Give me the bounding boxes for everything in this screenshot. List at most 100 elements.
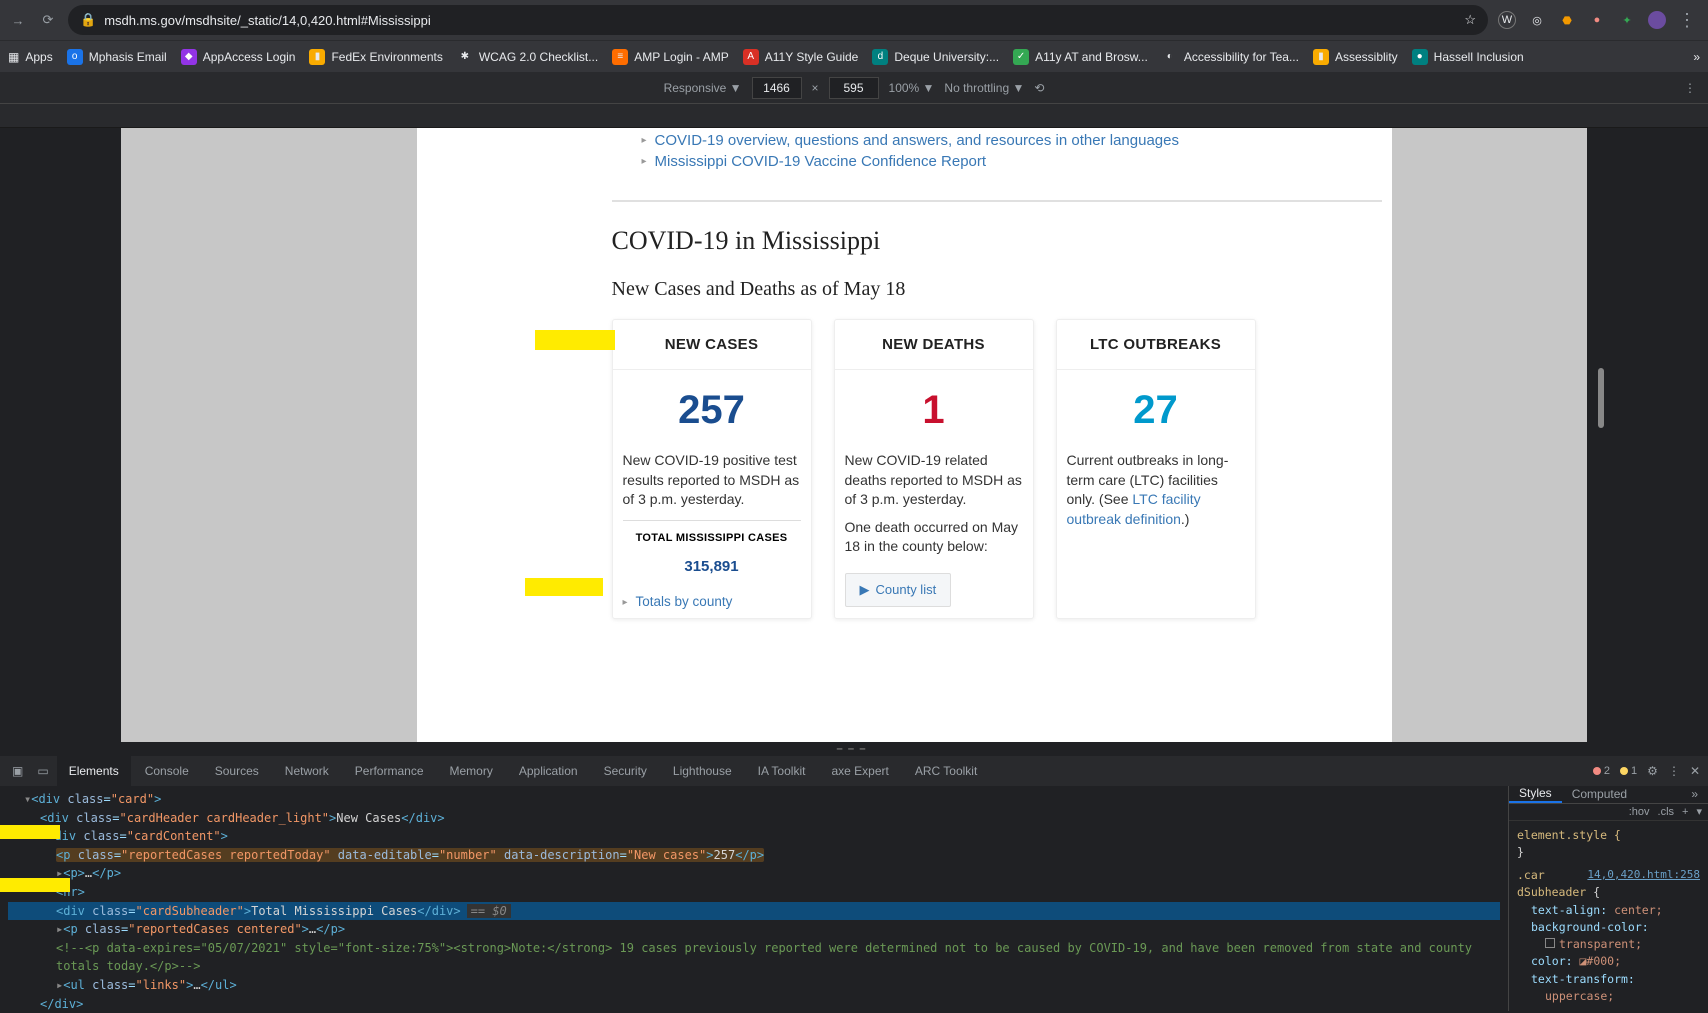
hov-toggle[interactable]: :hov xyxy=(1629,806,1650,818)
toolbar-right: W ◎ ⬣ ● ✦ ⋮ xyxy=(1498,10,1700,31)
page-viewport: ▸COVID-19 overview, questions and answer… xyxy=(0,128,1708,742)
new-deaths-note: One death occurred on May 18 in the coun… xyxy=(835,510,1033,557)
tab-styles[interactable]: Styles xyxy=(1509,786,1562,803)
add-rule-icon[interactable]: + xyxy=(1682,806,1688,818)
warning-count[interactable]: 1 xyxy=(1620,765,1637,777)
tab-application[interactable]: Application xyxy=(507,756,590,786)
link-totals-county[interactable]: ▸Totals by county xyxy=(623,591,801,614)
zoom-select[interactable]: 100% ▼ xyxy=(889,81,935,95)
device-select[interactable]: Responsive ▼ xyxy=(664,81,742,95)
bookmark-acc-tea[interactable]: ◐Accessibility for Tea... xyxy=(1162,49,1299,65)
card-header-new-deaths: NEW DEATHS xyxy=(835,320,1033,370)
tab-console[interactable]: Console xyxy=(133,756,201,786)
total-cases-value: 315,891 xyxy=(623,546,801,587)
profile-avatar[interactable] xyxy=(1648,11,1666,29)
device-toolbar: Responsive ▼ × 100% ▼ No throttling ▼ ⟲ … xyxy=(0,72,1708,104)
tab-security[interactable]: Security xyxy=(592,756,659,786)
tab-elements[interactable]: Elements xyxy=(57,756,131,786)
throttle-select[interactable]: No throttling ▼ xyxy=(944,81,1024,95)
tab-performance[interactable]: Performance xyxy=(343,756,436,786)
highlight-annotation xyxy=(0,825,60,839)
error-count[interactable]: 2 xyxy=(1593,765,1610,777)
bookmark-overflow-icon[interactable]: » xyxy=(1693,50,1700,64)
folder-icon: ▮ xyxy=(1313,49,1329,65)
ext-shield-icon[interactable]: ⬣ xyxy=(1558,11,1576,29)
viewport-width-input[interactable] xyxy=(752,77,802,99)
tab-axe[interactable]: axe Expert xyxy=(819,756,900,786)
highlight-annotation xyxy=(535,330,615,350)
county-list-button[interactable]: ▶County list xyxy=(845,573,952,607)
error-icon xyxy=(1593,767,1601,775)
new-cases-desc: New COVID-19 positive test results repor… xyxy=(613,443,811,510)
devtools-menu-icon[interactable]: ⋮ xyxy=(1668,764,1680,778)
settings-icon[interactable]: ⚙ xyxy=(1647,764,1658,778)
bookmark-assess[interactable]: ▮Assessiblity xyxy=(1313,49,1398,65)
a11y-icon: A xyxy=(743,49,759,65)
subsection-heading: New Cases and Deaths as of May 18 xyxy=(612,278,1382,301)
pane-menu-icon[interactable]: ▾ xyxy=(1696,805,1702,818)
bookmark-wcag[interactable]: ✱WCAG 2.0 Checklist... xyxy=(457,49,598,65)
bookmark-hassell[interactable]: ●Hassell Inclusion xyxy=(1412,49,1524,65)
ext-puzzle-icon[interactable]: ✦ xyxy=(1618,11,1636,29)
ext-wallet-icon[interactable]: W xyxy=(1498,11,1516,29)
browser-toolbar: → ⟳ 🔒 msdh.ms.gov/msdhsite/_static/14,0,… xyxy=(0,0,1708,40)
divider xyxy=(612,200,1382,202)
tab-lighthouse[interactable]: Lighthouse xyxy=(661,756,744,786)
url-bar[interactable]: 🔒 msdh.ms.gov/msdhsite/_static/14,0,420.… xyxy=(68,5,1488,35)
ext-eye-icon[interactable]: ◎ xyxy=(1528,11,1546,29)
tab-network[interactable]: Network xyxy=(273,756,341,786)
bookmark-a11y-style[interactable]: AA11Y Style Guide xyxy=(743,49,859,65)
inspect-icon[interactable]: ▣ xyxy=(6,764,29,778)
styles-body[interactable]: element.style { } 14,0,420.html:258.car … xyxy=(1509,821,1708,1012)
reload-button[interactable]: ⟳ xyxy=(38,10,58,30)
ext-lock-icon[interactable]: ● xyxy=(1588,11,1606,29)
devtools-drag-handle[interactable]: ━━━ xyxy=(0,742,1708,756)
styles-pane: Styles Computed » :hov .cls + ▾ element.… xyxy=(1508,786,1708,1011)
apps-button[interactable]: ▦ Apps xyxy=(8,50,53,64)
viewport-scrollbar[interactable] xyxy=(1598,368,1604,428)
tab-ia-toolkit[interactable]: IA Toolkit xyxy=(746,756,818,786)
bookmark-deque[interactable]: dDeque University:... xyxy=(872,49,999,65)
tab-computed[interactable]: Computed xyxy=(1562,786,1637,803)
browser-menu-icon[interactable]: ⋮ xyxy=(1678,10,1696,31)
link-vaccine-report[interactable]: ▸Mississippi COVID-19 Vaccine Confidence… xyxy=(642,151,1382,172)
new-cases-value: 257 xyxy=(613,370,811,443)
link-overview[interactable]: ▸COVID-19 overview, questions and answer… xyxy=(642,130,1382,151)
devtools-status: 2 1 ⚙ ⋮ ✕ xyxy=(1593,764,1700,778)
viewport-height-input[interactable] xyxy=(829,77,879,99)
page-background: ▸COVID-19 overview, questions and answer… xyxy=(121,128,1587,742)
tab-arc[interactable]: ARC Toolkit xyxy=(903,756,989,786)
forward-button[interactable]: → xyxy=(8,10,28,30)
cls-toggle[interactable]: .cls xyxy=(1658,806,1675,818)
bookmark-a11y-at[interactable]: ✓A11y AT and Brosw... xyxy=(1013,49,1148,65)
star-icon[interactable]: ☆ xyxy=(1464,12,1476,28)
devtools-panel: ▣ ▭ Elements Console Sources Network Per… xyxy=(0,756,1708,1011)
card-header-ltc: LTC OUTBREAKS xyxy=(1057,320,1255,370)
highlight-annotation xyxy=(0,878,70,892)
source-link[interactable]: 14,0,420.html:258 xyxy=(1587,867,1700,884)
access-icon: ◆ xyxy=(181,49,197,65)
elements-pane[interactable]: ▾<div class="card"> <div class="cardHead… xyxy=(0,786,1508,1011)
bookmark-appaccess[interactable]: ◆AppAccess Login xyxy=(181,49,296,65)
close-devtools-icon[interactable]: ✕ xyxy=(1690,764,1700,778)
device-menu-icon[interactable]: ⋮ xyxy=(1684,81,1696,95)
tab-memory[interactable]: Memory xyxy=(438,756,505,786)
bookmarks-bar: ▦ Apps oMphasis Email ◆AppAccess Login ▮… xyxy=(0,40,1708,72)
styles-overflow-icon[interactable]: » xyxy=(1681,786,1708,803)
triangle-icon: ▸ xyxy=(623,596,628,610)
resize-handle[interactable] xyxy=(1642,128,1648,742)
color-swatch-icon[interactable] xyxy=(1545,938,1555,948)
devtools-main: ▾<div class="card"> <div class="cardHead… xyxy=(0,786,1708,1011)
section-heading: COVID-19 in Mississippi xyxy=(612,226,1382,256)
card-new-deaths: NEW DEATHS 1 New COVID-19 related deaths… xyxy=(834,319,1034,619)
new-deaths-value: 1 xyxy=(835,370,1033,443)
rotate-icon[interactable]: ⟲ xyxy=(1034,81,1044,95)
play-icon: ▶ xyxy=(860,582,870,598)
bookmark-mphasis[interactable]: oMphasis Email xyxy=(67,49,167,65)
amp-icon: ≡ xyxy=(612,49,628,65)
tab-sources[interactable]: Sources xyxy=(203,756,271,786)
bookmark-amp[interactable]: ≡AMP Login - AMP xyxy=(612,49,729,65)
bookmark-fedex[interactable]: ▮FedEx Environments xyxy=(309,49,442,65)
device-toggle-icon getroffen[interactable]: ▭ xyxy=(31,764,54,778)
new-deaths-desc: New COVID-19 related deaths reported to … xyxy=(835,443,1033,510)
